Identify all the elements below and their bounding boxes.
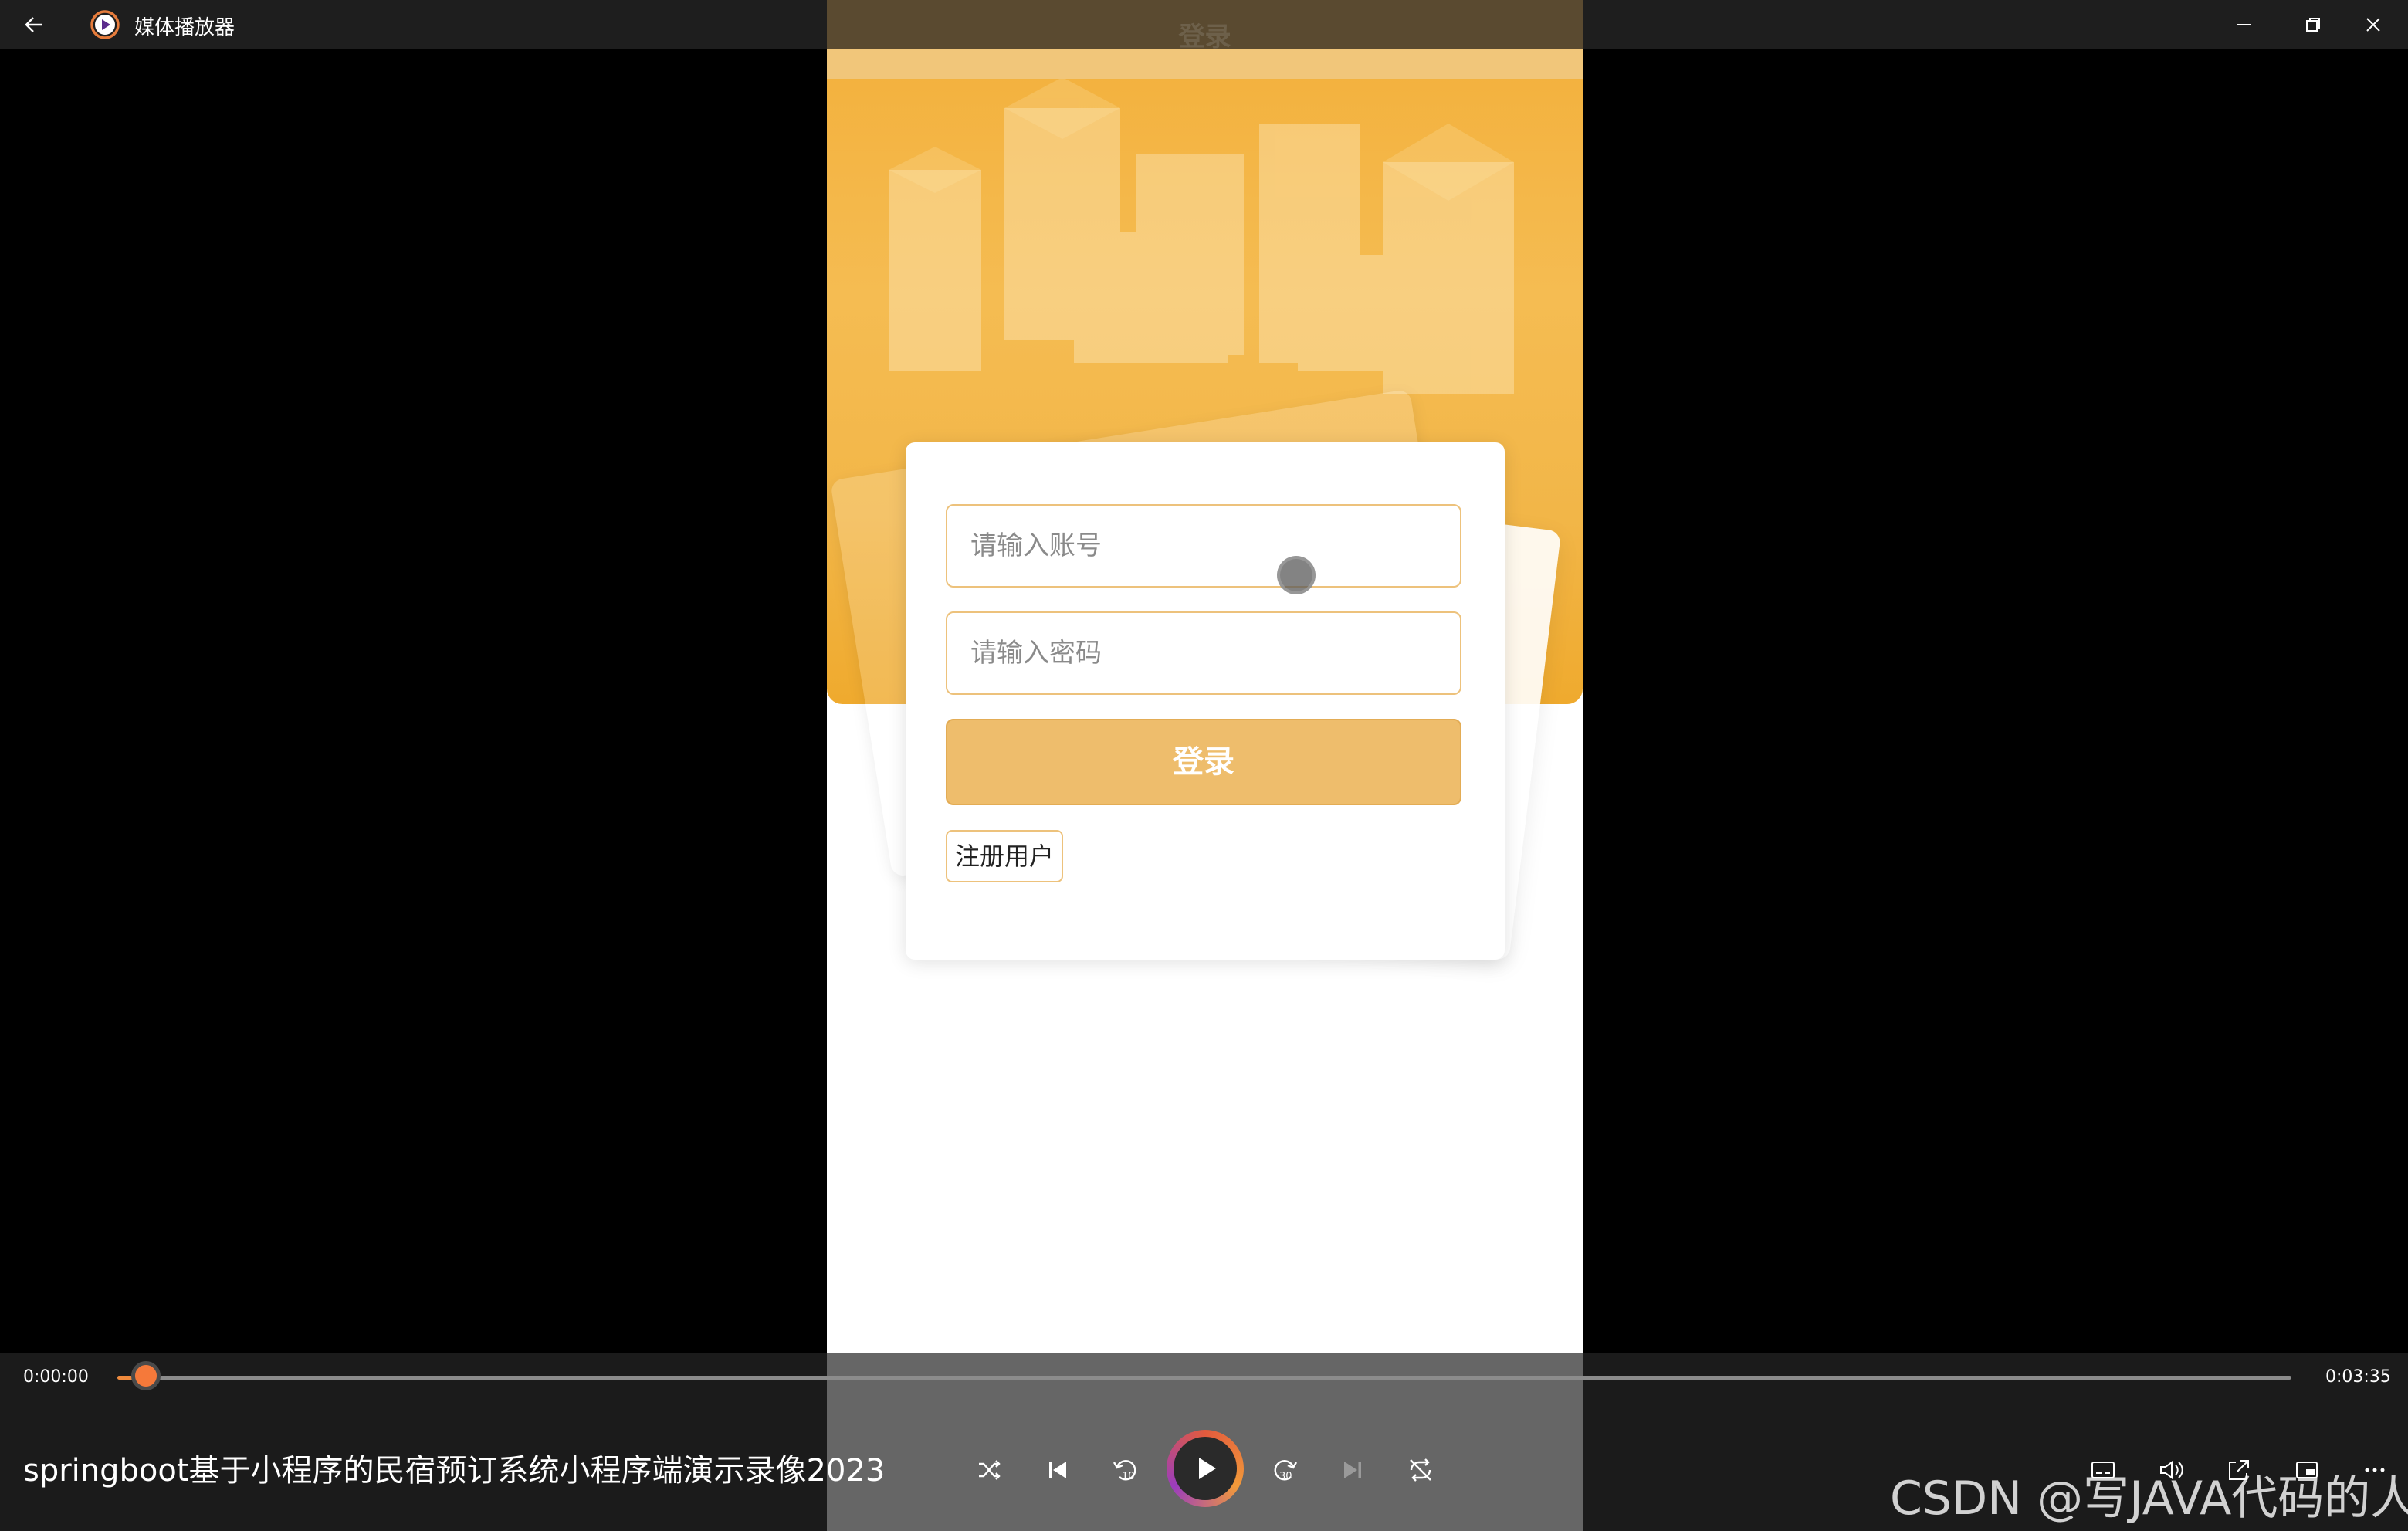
- back-button[interactable]: [17, 8, 51, 42]
- player-controls: 0:00:00 0:03:35 springboot基于小程序的民宿预订系统小程…: [0, 1353, 2408, 1531]
- forward-button[interactable]: 30: [1266, 1451, 1303, 1489]
- repeat-off-icon: [1410, 1458, 1431, 1482]
- seek-progress: [117, 1376, 133, 1380]
- rewind-10-icon: 10: [1113, 1460, 1136, 1482]
- minimize-button[interactable]: [2220, 6, 2267, 43]
- username-input[interactable]: 请输入账号: [946, 504, 1461, 588]
- password-input[interactable]: 请输入密码: [946, 611, 1461, 695]
- previous-icon: [1049, 1462, 1066, 1478]
- shuffle-button[interactable]: [971, 1451, 1008, 1489]
- register-button[interactable]: 注册用户: [946, 830, 1064, 882]
- login-card: 请输入账号 请输入密码 登录 注册用户: [906, 442, 1505, 960]
- app-nav-bar: 登录: [827, 0, 1583, 53]
- rewind-button[interactable]: 10: [1107, 1451, 1144, 1489]
- seek-thumb[interactable]: [131, 1361, 161, 1390]
- previous-button[interactable]: [1039, 1451, 1076, 1489]
- window-title: 媒体播放器: [134, 16, 235, 39]
- current-time: 0:00:00: [23, 1367, 89, 1387]
- touch-cursor: [1277, 556, 1316, 594]
- close-button[interactable]: [2350, 6, 2396, 43]
- next-icon: [1344, 1462, 1361, 1478]
- shuffle-icon: [979, 1460, 1001, 1480]
- svg-text:30: 30: [1279, 1471, 1292, 1482]
- play-button-inner: [1174, 1437, 1237, 1500]
- next-button[interactable]: [1334, 1451, 1371, 1489]
- media-player-logo: [90, 9, 120, 40]
- back-arrow-icon: [25, 17, 42, 32]
- restore-icon: [2306, 18, 2320, 32]
- minimize-icon: [2237, 24, 2251, 25]
- app-nav-title: 登录: [1178, 22, 1231, 53]
- video-title: springboot基于小程序的民宿预订系统小程序端演示录像2023: [23, 1453, 886, 1489]
- forward-30-icon: 30: [1274, 1460, 1298, 1482]
- play-button[interactable]: [1167, 1430, 1244, 1507]
- svg-text:10: 10: [1122, 1471, 1135, 1482]
- restore-button[interactable]: [2290, 6, 2336, 43]
- login-button[interactable]: 登录: [946, 719, 1461, 805]
- nav-divider: [827, 49, 1583, 79]
- play-icon: [1199, 1458, 1216, 1479]
- csdn-watermark: CSDN @写JAVA代码的人: [1890, 1472, 2408, 1526]
- seek-bar[interactable]: [117, 1376, 2291, 1380]
- close-icon: [2366, 18, 2380, 32]
- repeat-button[interactable]: [1402, 1451, 1439, 1489]
- total-time: 0:03:35: [2325, 1367, 2391, 1387]
- video-frame: 登录 请输入账号 请输入密码 登录 注册用户: [827, 0, 1583, 1531]
